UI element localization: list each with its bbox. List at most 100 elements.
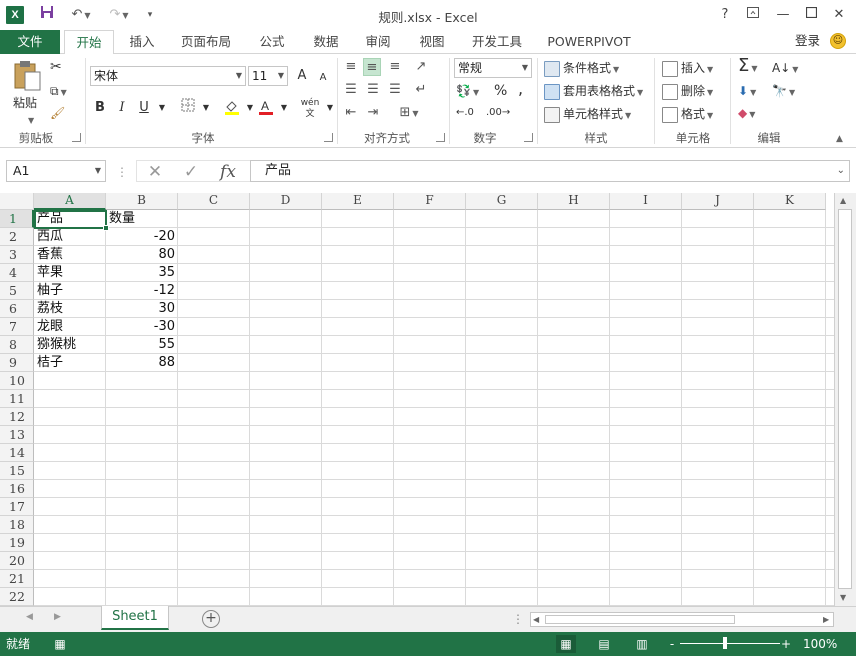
cancel-icon[interactable]: ✕ xyxy=(144,162,166,182)
row-header-4[interactable]: 4 xyxy=(0,264,34,282)
tab-powerpivot[interactable]: POWERPIVOT xyxy=(540,30,638,54)
minimize-icon[interactable]: — xyxy=(772,5,794,25)
tab-developer[interactable]: 开发工具 xyxy=(462,30,532,54)
column-header-e[interactable]: E xyxy=(322,193,394,210)
drag-handle-icon[interactable]: ⋮ xyxy=(116,162,128,182)
align-middle-icon[interactable]: ≡ xyxy=(363,58,381,76)
sheet-prev-icon[interactable]: ◀ xyxy=(26,612,33,622)
phonetic-guide-icon[interactable]: wén 文 xyxy=(298,98,322,119)
clipboard-launcher-icon[interactable] xyxy=(72,133,81,142)
zoom-slider-thumb[interactable] xyxy=(723,637,727,649)
delete-cells-button[interactable]: 删除 ▼ xyxy=(662,82,713,102)
tab-page-layout[interactable]: 页面布局 xyxy=(172,30,240,54)
column-header-k[interactable]: K xyxy=(754,193,826,210)
increase-decimal-icon[interactable]: ←.0 xyxy=(456,104,474,122)
alignment-launcher-icon[interactable] xyxy=(436,133,445,142)
row-header-8[interactable]: 8 xyxy=(0,336,34,354)
cell-b8[interactable]: 55 xyxy=(106,336,178,354)
cell-styles-button[interactable]: 单元格样式 ▼ xyxy=(544,105,631,125)
column-header-c[interactable]: C xyxy=(178,193,250,210)
close-icon[interactable]: ✕ xyxy=(828,5,850,25)
percent-style-button[interactable]: % xyxy=(494,82,507,100)
expand-formula-icon[interactable]: ⌄ xyxy=(837,161,845,181)
orientation-icon[interactable]: ↗ xyxy=(412,58,430,76)
comma-style-button[interactable]: , xyxy=(518,80,523,98)
insert-function-button[interactable]: fx xyxy=(214,162,242,182)
zoom-in-button[interactable]: + xyxy=(776,635,796,653)
page-layout-view-icon[interactable]: ▤ xyxy=(594,635,614,653)
align-top-icon[interactable]: ≡ xyxy=(342,58,360,76)
font-color-dropdown-icon[interactable]: ▼ xyxy=(274,98,294,118)
help-button[interactable]: ? xyxy=(714,5,736,25)
scroll-right-icon[interactable]: ▶ xyxy=(823,613,829,626)
font-name-combo[interactable]: 宋体 ▼ xyxy=(90,66,246,86)
row-header-1[interactable]: 1 xyxy=(0,210,34,228)
cell-b2[interactable]: -20 xyxy=(106,228,178,246)
add-sheet-button[interactable]: + xyxy=(202,610,220,628)
cell-b4[interactable]: 35 xyxy=(106,264,178,282)
row-header-7[interactable]: 7 xyxy=(0,318,34,336)
accounting-format-icon[interactable]: 💱 ▼ xyxy=(456,82,479,102)
ribbon-display-icon[interactable] xyxy=(742,5,764,25)
row-header-11[interactable]: 11 xyxy=(0,390,34,408)
page-break-view-icon[interactable]: ▥ xyxy=(632,635,652,653)
tab-review[interactable]: 审阅 xyxy=(356,30,400,54)
align-bottom-icon[interactable]: ≡ xyxy=(386,58,404,76)
row-header-3[interactable]: 3 xyxy=(0,246,34,264)
zoom-level[interactable]: 100% xyxy=(803,635,837,653)
autosum-icon[interactable]: Σ ▼ xyxy=(738,57,758,78)
decrease-decimal-icon[interactable]: .00→ xyxy=(486,104,510,122)
shrink-font-button[interactable]: A xyxy=(313,68,333,88)
cell-b9[interactable]: 88 xyxy=(106,354,178,372)
insert-cells-button[interactable]: 插入 ▼ xyxy=(662,59,713,79)
column-header-d[interactable]: D xyxy=(250,193,322,210)
underline-dropdown-icon[interactable]: ▼ xyxy=(152,98,172,118)
cell-b6[interactable]: 30 xyxy=(106,300,178,318)
format-cells-button[interactable]: 格式 ▼ xyxy=(662,105,713,125)
column-header-i[interactable]: I xyxy=(610,193,682,210)
row-header-15[interactable]: 15 xyxy=(0,462,34,480)
column-header-j[interactable]: J xyxy=(682,193,754,210)
cell-a9[interactable]: 桔子 xyxy=(34,354,106,372)
underline-button[interactable]: U xyxy=(134,98,154,118)
formula-input[interactable]: 产品 ⌄ xyxy=(250,160,850,182)
collapse-ribbon-icon[interactable]: ▲ xyxy=(836,130,843,148)
column-header-h[interactable]: H xyxy=(538,193,610,210)
cell-a3[interactable]: 香蕉 xyxy=(34,246,106,264)
bold-button[interactable]: B xyxy=(90,98,110,118)
cell-b3[interactable]: 80 xyxy=(106,246,178,264)
decrease-indent-icon[interactable]: ⇤ xyxy=(342,104,360,122)
cell-a6[interactable]: 荔枝 xyxy=(34,300,106,318)
vertical-scrollbar[interactable]: ▲ ▼ xyxy=(834,193,856,606)
row-header-6[interactable]: 6 xyxy=(0,300,34,318)
font-launcher-icon[interactable] xyxy=(324,133,333,142)
format-as-table-button[interactable]: 套用表格格式 ▼ xyxy=(544,82,643,102)
cell-a5[interactable]: 柚子 xyxy=(34,282,106,300)
row-header-19[interactable]: 19 xyxy=(0,534,34,552)
cell-a7[interactable]: 龙眼 xyxy=(34,318,106,336)
cell-b1[interactable]: 数量 xyxy=(106,210,178,228)
column-header-f[interactable]: F xyxy=(394,193,466,210)
sheet-tab[interactable]: Sheet1 xyxy=(101,606,169,630)
select-all-corner[interactable] xyxy=(0,193,34,210)
vertical-scroll-thumb[interactable] xyxy=(838,209,852,589)
row-header-9[interactable]: 9 xyxy=(0,354,34,372)
row-header-14[interactable]: 14 xyxy=(0,444,34,462)
row-header-5[interactable]: 5 xyxy=(0,282,34,300)
scroll-down-icon[interactable]: ▼ xyxy=(840,593,846,602)
row-header-17[interactable]: 17 xyxy=(0,498,34,516)
row-header-2[interactable]: 2 xyxy=(0,228,34,246)
macro-record-icon[interactable]: ▦ xyxy=(50,635,70,653)
tab-view[interactable]: 视图 xyxy=(410,30,454,54)
border-dropdown-icon[interactable]: ▼ xyxy=(196,98,216,118)
feedback-smiley-icon[interactable]: ☺ xyxy=(830,33,846,49)
zoom-slider-track[interactable] xyxy=(680,643,780,644)
format-painter-icon[interactable]: 🖌 xyxy=(50,104,65,122)
align-center-icon[interactable]: ☰ xyxy=(364,81,382,99)
italic-button[interactable]: I xyxy=(112,98,132,118)
row-header-12[interactable]: 12 xyxy=(0,408,34,426)
tab-file[interactable]: 文件 xyxy=(0,30,60,54)
column-header-b[interactable]: B xyxy=(106,193,178,210)
align-right-icon[interactable]: ☰ xyxy=(386,81,404,99)
scroll-left-icon[interactable]: ◀ xyxy=(533,613,539,626)
